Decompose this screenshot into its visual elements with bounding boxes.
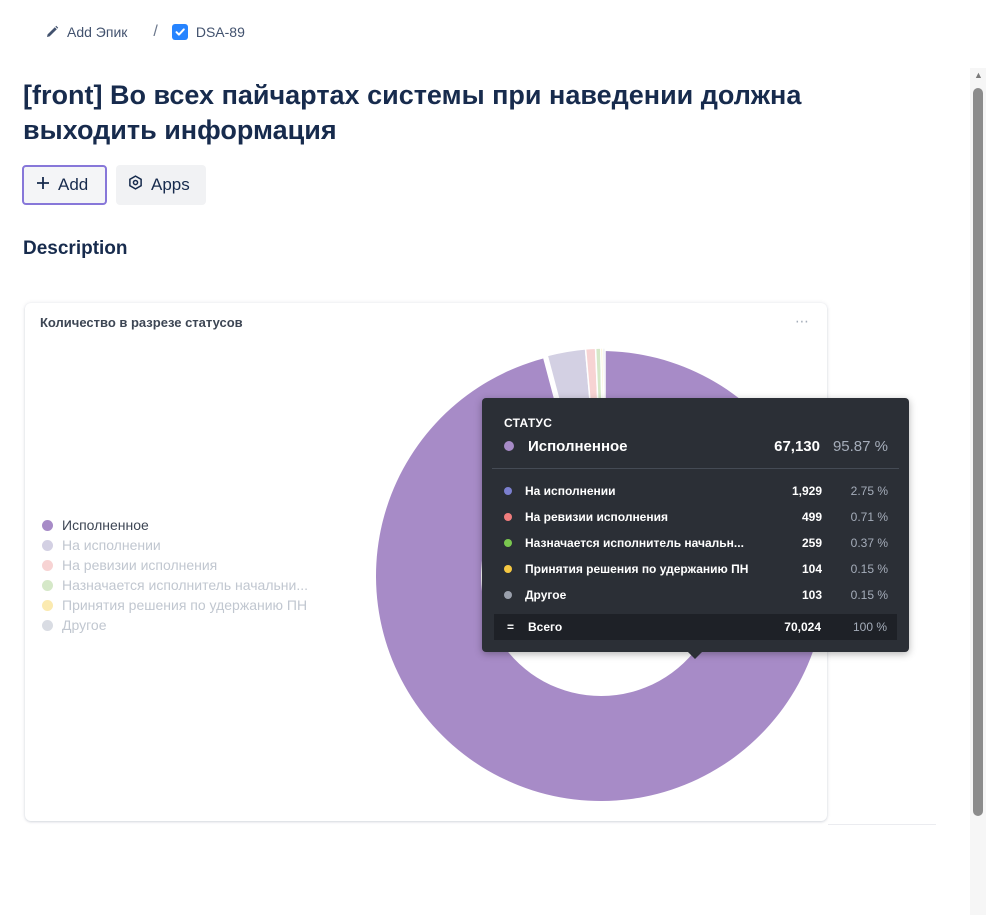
legend-label: Другое [62,617,107,633]
legend-item[interactable]: На ревизии исполнения [42,555,308,575]
apps-button-label: Apps [151,175,190,194]
chart-tooltip: СТАТУС Исполненное 67,130 95.87 % На исп… [482,398,909,659]
tooltip-row-pct: 0.15 % [850,588,888,602]
legend-label: На исполнении [62,537,161,553]
legend-dot [42,579,53,591]
tooltip-row-dot [504,487,512,495]
legend-label: Принятия решения по удержанию ПН [62,597,308,613]
legend-item[interactable]: Исполненное [42,515,308,535]
tooltip-row-value: 499 [801,510,822,524]
legend-label: Исполненное [62,517,149,533]
legend-item[interactable]: Назначается исполнитель начальни... [42,575,308,595]
tooltip-total-name: Всего [528,620,563,634]
tooltip-row-dot [504,513,512,521]
tooltip-total-symbol: = [507,620,515,634]
scrollbar-thumb[interactable] [973,88,983,816]
legend-dot [42,619,53,631]
legend-dot [42,519,53,531]
tooltip-row: На исполнении 1,929 2.75 % [504,478,888,504]
tooltip-main-name: Исполненное [528,437,628,455]
tooltip-total-value: 70,024 [784,620,821,634]
tooltip-divider [492,468,899,469]
tooltip-main-percent: 95.87 % [832,437,888,455]
tooltip-header: СТАТУС [504,416,553,430]
legend-dot [42,599,53,611]
breadcrumb-parent-label: Add Эпик [67,24,128,40]
description-heading: Description [23,238,128,259]
tooltip-row: Назначается исполнитель начальн... 259 0.3… [504,530,888,556]
legend-item[interactable]: Другое [42,615,308,635]
chart-legend: Исполненное На исполнении На ревизии испол… [42,515,308,635]
tooltip-row-pct: 0.15 % [850,562,888,576]
breadcrumb-issue-link[interactable]: DSA-89 [171,24,245,40]
tooltip-row-value: 104 [801,562,822,576]
tooltip-row-dot [504,591,512,599]
tooltip-row-name: Другое [525,588,567,602]
tooltip-main-value: 67,130 [774,437,820,455]
tooltip-total-row: = Всего 70,024 100 % [494,614,897,640]
tooltip-row-value: 259 [801,536,822,550]
breadcrumb-separator: / [153,23,158,40]
tooltip-row: Другое 103 0.15 % [504,582,888,608]
page-title[interactable]: [front] Во всех пайчартах системы при на… [23,78,883,148]
legend-item[interactable]: Принятия решения по удержанию ПН [42,595,308,615]
tooltip-rows: На исполнении 1,929 2.75 % На ревизии испол… [504,478,888,608]
scroll-up-arrow-icon[interactable]: ▲ [974,70,983,80]
legend-label: На ревизии исполнения [62,557,218,573]
legend-label: Назначается исполнитель начальни... [62,577,308,593]
tooltip-main-row: Исполненное 67,130 95.87 % [504,436,888,456]
tooltip-row-name: На исполнении [525,484,616,498]
tooltip-row-dot [504,565,512,573]
tooltip-row-value: 103 [801,588,822,602]
tooltip-row-name: Назначается исполнитель начальн... [525,536,744,550]
breadcrumb-parent-link[interactable]: Add Эпик [45,24,127,40]
add-button-label: Add [58,175,89,194]
legend-dot [42,539,53,551]
apps-button[interactable]: Apps [116,165,206,205]
add-button[interactable]: Add [22,165,107,205]
more-options-icon[interactable]: ⋯ [795,313,810,330]
tooltip-row-value: 1,929 [791,484,822,498]
tooltip-row-dot [504,539,512,547]
pencil-icon [45,25,59,39]
tooltip-main-dot [504,441,514,451]
apps-icon [128,175,143,195]
tooltip-row-name: Принятия решения по удержанию ПН [525,562,749,576]
tooltip-total-percent: 100 % [852,620,887,634]
tooltip-row-name: На ревизии исполнения [525,510,668,524]
divider [828,824,936,825]
tooltip-row: На ревизии исполнения 499 0.71 % [504,504,888,530]
tooltip-row-pct: 0.37 % [850,536,888,550]
breadcrumb: Add Эпик / DSA-89 [45,22,245,42]
legend-dot [42,559,53,571]
chart-title: Количество в разрезе статусов [40,315,243,330]
legend-item[interactable]: На исполнении [42,535,308,555]
tooltip-row-pct: 2.75 % [850,484,888,498]
plus-icon [36,175,50,195]
tooltip-row-pct: 0.71 % [850,510,888,524]
task-checkbox-icon [171,24,188,40]
tooltip-row: Принятия решения по удержанию ПН 104 0.15 … [504,556,888,582]
breadcrumb-issue-key: DSA-89 [195,24,245,40]
